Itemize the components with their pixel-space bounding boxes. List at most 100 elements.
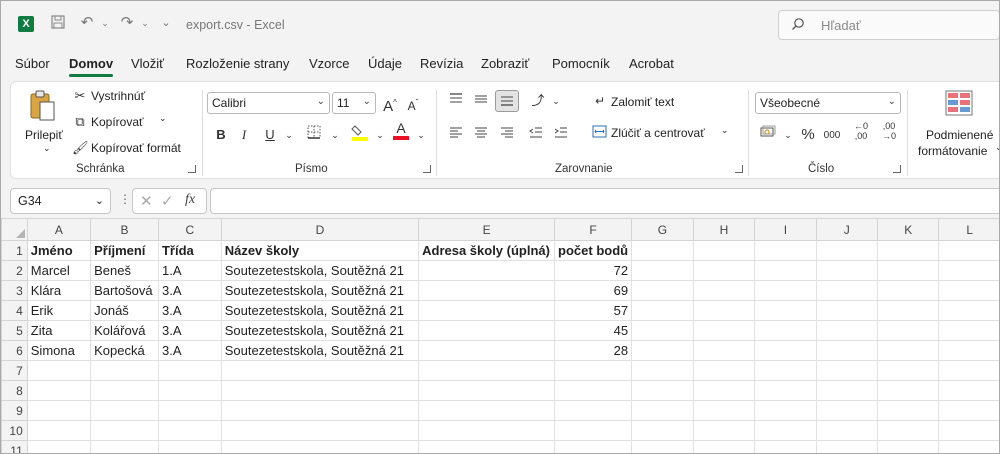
cell[interactable]: 72 — [554, 260, 633, 281]
cell[interactable] — [157, 360, 222, 381]
align-left-icon[interactable] — [444, 124, 468, 146]
cell[interactable] — [157, 380, 222, 401]
cell[interactable] — [631, 240, 694, 261]
cell[interactable]: Příjmení — [90, 240, 159, 261]
merge-center-icon[interactable] — [591, 125, 607, 142]
cell[interactable]: Soutezetestskola, Soutěžná 21 — [220, 320, 420, 341]
column-header[interactable]: G — [631, 218, 694, 241]
font-launcher-icon[interactable] — [423, 165, 431, 173]
cell[interactable] — [220, 440, 420, 453]
cell[interactable] — [554, 380, 633, 401]
cell[interactable]: 69 — [554, 280, 633, 301]
cell[interactable] — [938, 320, 999, 341]
decrease-indent-icon[interactable] — [524, 124, 548, 146]
cell[interactable] — [631, 360, 694, 381]
cell[interactable] — [631, 420, 694, 441]
undo-icon[interactable]: ↶ — [78, 14, 96, 32]
align-top-icon[interactable] — [444, 90, 468, 112]
cell[interactable] — [754, 260, 817, 281]
cell[interactable] — [631, 340, 694, 361]
merge-dropdown-icon[interactable]: ⌄ — [721, 125, 729, 136]
cell[interactable] — [754, 240, 817, 261]
cell[interactable] — [26, 380, 92, 401]
copy-button[interactable]: Kopírovať — [91, 115, 144, 129]
cell[interactable] — [754, 340, 817, 361]
column-header[interactable]: F — [554, 218, 633, 241]
cell[interactable] — [554, 400, 633, 421]
cell[interactable] — [418, 320, 556, 341]
column-header[interactable]: L — [938, 218, 999, 241]
tab-page-layout[interactable]: Rozloženie strany — [186, 56, 289, 71]
cell[interactable] — [692, 360, 756, 381]
font-size-select[interactable]: 11 ⌄ — [332, 92, 376, 114]
italic-button[interactable]: I — [232, 124, 256, 146]
save-icon[interactable] — [49, 14, 67, 32]
cell[interactable] — [876, 360, 940, 381]
tab-review[interactable]: Revízia — [420, 56, 463, 71]
tab-formulas[interactable]: Vzorce — [309, 56, 349, 71]
column-header[interactable]: B — [90, 218, 159, 241]
cell[interactable] — [876, 260, 940, 281]
format-painter-icon[interactable]: 🖌 — [72, 140, 89, 156]
select-all-corner[interactable] — [1, 218, 28, 241]
cell[interactable]: Erik — [26, 300, 92, 321]
cell[interactable]: Třída — [157, 240, 222, 261]
cell[interactable] — [938, 240, 999, 261]
cell[interactable] — [631, 320, 694, 341]
cell[interactable] — [876, 400, 940, 421]
grow-font-button[interactable]: A^ — [378, 92, 402, 115]
copy-icon[interactable]: ⧉ — [72, 114, 88, 130]
cell[interactable] — [815, 440, 878, 453]
cell[interactable] — [90, 420, 159, 441]
cell[interactable] — [938, 260, 999, 281]
cell[interactable] — [692, 400, 756, 421]
alignment-launcher-icon[interactable] — [735, 165, 743, 173]
cell[interactable] — [815, 280, 878, 301]
cell[interactable] — [554, 420, 633, 441]
cell[interactable]: Marcel — [26, 260, 92, 281]
row-header[interactable]: 2 — [1, 260, 28, 281]
cell[interactable] — [692, 340, 756, 361]
cell[interactable] — [938, 280, 999, 301]
cell[interactable] — [815, 400, 878, 421]
cell[interactable]: Zita — [26, 320, 92, 341]
cell[interactable] — [631, 400, 694, 421]
cell[interactable] — [754, 420, 817, 441]
cell[interactable]: 45 — [554, 320, 633, 341]
percent-button[interactable]: % — [796, 124, 820, 146]
cell[interactable] — [876, 340, 940, 361]
cell[interactable]: 3.A — [157, 300, 222, 321]
cell[interactable] — [692, 280, 756, 301]
cell[interactable] — [631, 380, 694, 401]
tab-view[interactable]: Zobraziť — [481, 56, 529, 71]
cell[interactable] — [754, 380, 817, 401]
cell[interactable] — [26, 400, 92, 421]
cell[interactable] — [815, 260, 878, 281]
decrease-decimal-button[interactable]: ,00 →0 — [877, 121, 901, 143]
cell[interactable]: 3.A — [157, 340, 222, 361]
cell[interactable]: Beneš — [90, 260, 159, 281]
increase-indent-icon[interactable] — [549, 124, 573, 146]
customize-toolbar-icon[interactable]: ⌄ — [157, 14, 175, 32]
column-header[interactable]: H — [692, 218, 756, 241]
cell[interactable] — [220, 380, 420, 401]
font-name-select[interactable]: Calibri ⌄ — [207, 92, 330, 114]
cut-button[interactable]: Vystrihnúť — [91, 89, 145, 103]
orientation-dropdown-icon[interactable]: ⌄ — [544, 90, 568, 112]
cell[interactable]: počet bodů — [554, 240, 633, 261]
undo-dropdown-icon[interactable]: ⌄ — [96, 14, 114, 32]
cut-icon[interactable]: ✂ — [72, 88, 88, 104]
bold-button[interactable]: B — [209, 124, 233, 146]
redo-icon[interactable]: ↷ — [118, 14, 136, 32]
column-header[interactable]: C — [157, 218, 222, 241]
cell[interactable]: 57 — [554, 300, 633, 321]
cell[interactable] — [26, 420, 92, 441]
cell[interactable] — [815, 360, 878, 381]
formula-input[interactable] — [210, 188, 999, 214]
cell[interactable] — [26, 360, 92, 381]
cell[interactable] — [631, 260, 694, 281]
cancel-icon[interactable]: ✕ — [140, 192, 153, 210]
cell[interactable] — [876, 240, 940, 261]
cell[interactable] — [938, 340, 999, 361]
cell[interactable]: Kolářová — [90, 320, 159, 341]
